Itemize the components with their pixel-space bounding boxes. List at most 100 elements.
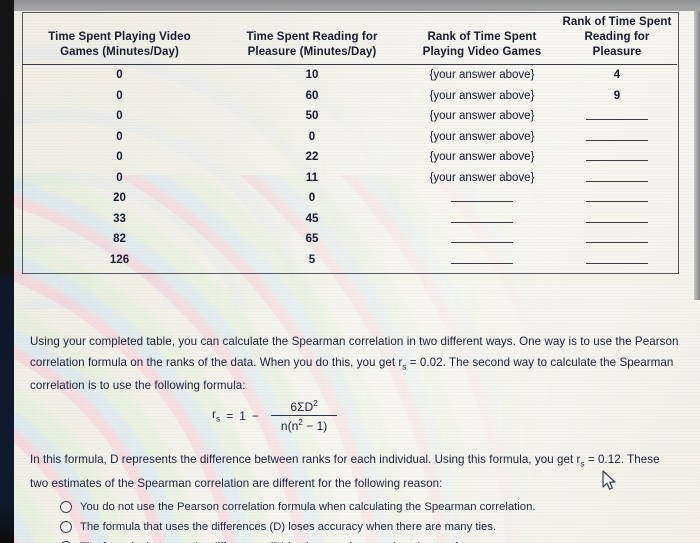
- cell-reading: 0: [308, 192, 316, 205]
- column-header-rank-reading: Rank of Time Spent Reading for Pleasure: [557, 12, 677, 65]
- table-row: 20 0: [22, 188, 677, 209]
- mouse-cursor-icon: [602, 470, 616, 490]
- cell-reading: 11: [305, 171, 319, 184]
- cell-rank-games[interactable]: [407, 250, 557, 271]
- formula-fraction: 6ΣD2 n(n 2 − 1): [270, 398, 338, 433]
- radio-option-1[interactable]: You do not use the Pearson correlation f…: [60, 498, 680, 516]
- blank-answer-line[interactable]: [586, 242, 648, 244]
- blank-answer-line[interactable]: [586, 221, 648, 223]
- cell-rank-reading[interactable]: [557, 209, 677, 230]
- cell-reading: 60: [305, 89, 319, 102]
- blank-answer-line[interactable]: [451, 242, 513, 244]
- blank-answer-line[interactable]: [451, 221, 513, 223]
- column-header-rank-games-line1: Rank of Time Spent: [427, 31, 537, 43]
- column-header-reading-line1: Time Spent Reading for: [246, 31, 378, 43]
- blank-answer-line[interactable]: [586, 160, 648, 162]
- radio-circle-icon[interactable]: [60, 501, 72, 513]
- blank-answer-line[interactable]: [586, 139, 648, 141]
- cell-rank-reading[interactable]: 9: [557, 86, 677, 107]
- cell-reading: 50: [305, 110, 319, 123]
- table-row: 0 0 {your answer above}: [22, 127, 677, 148]
- formula-equals-sign: =: [226, 408, 234, 423]
- column-header-rank-games-line2: Playing Video Games: [422, 46, 542, 58]
- cell-rank-games[interactable]: [407, 229, 557, 250]
- formula-numerator-exponent: 2: [313, 398, 318, 408]
- cell-games: 82: [113, 233, 126, 246]
- cell-games: 0: [116, 69, 123, 82]
- column-header-games-line1: Time Spent Playing Video: [48, 31, 191, 43]
- column-header-games-line2: Games (Minutes/Day): [60, 46, 179, 58]
- cell-rank-games[interactable]: {your answer above}: [407, 147, 557, 168]
- table-row: 0 22 {your answer above}: [22, 147, 677, 168]
- blank-answer-line[interactable]: [451, 262, 513, 264]
- formula-lhs: rs: [212, 407, 220, 423]
- cell-rank-reading[interactable]: [557, 147, 677, 168]
- blank-answer-line[interactable]: [586, 119, 648, 121]
- cell-rank-reading[interactable]: [557, 168, 677, 189]
- radio-option-1-label[interactable]: You do not use the Pearson correlation f…: [80, 498, 536, 516]
- blank-answer-line[interactable]: [586, 201, 648, 203]
- table-row: 0 11 {your answer above}: [22, 168, 677, 189]
- data-table: Time Spent Playing Video Games (Minutes/…: [22, 12, 677, 270]
- radio-option-2[interactable]: The formula that uses the differences (D…: [60, 518, 680, 536]
- cell-games: 126: [109, 253, 130, 266]
- table-row: 33 45: [22, 209, 677, 230]
- table-row: 82 65: [22, 229, 677, 250]
- cell-rank-reading[interactable]: 4: [557, 65, 677, 86]
- formula-one: 1: [239, 408, 246, 423]
- table-row: 0 50 {your answer above}: [22, 106, 677, 127]
- cell-games: 20: [113, 192, 126, 205]
- cell-rank-reading[interactable]: [557, 188, 677, 209]
- cell-games: 0: [116, 89, 123, 102]
- radio-option-2-label[interactable]: The formula that uses the differences (D…: [80, 518, 496, 536]
- column-header-rank-games: Rank of Time Spent Playing Video Games: [407, 12, 557, 65]
- cell-games: 0: [116, 130, 123, 143]
- radio-circle-icon[interactable]: [60, 521, 72, 533]
- formula-r-subscript: s: [216, 413, 221, 424]
- answer-options-group: You do not use the Pearson correlation f…: [60, 498, 680, 543]
- table-row: 126 5: [22, 250, 677, 271]
- cell-games: 0: [116, 171, 123, 184]
- cell-rank-games[interactable]: [407, 209, 557, 230]
- formula-minus-sign: −: [251, 408, 259, 423]
- cell-games: 0: [116, 151, 123, 164]
- radio-option-3[interactable]: The formula that uses the differences (D…: [60, 538, 680, 543]
- cell-rank-games[interactable]: {your answer above}: [407, 86, 557, 107]
- blank-answer-line[interactable]: [451, 201, 513, 203]
- cell-reading: 0: [308, 130, 316, 143]
- screenshot-root: Time Spent Playing Video Games (Minutes/…: [0, 0, 700, 543]
- formula-numerator-text: 6ΣD: [290, 400, 314, 414]
- cell-rank-games[interactable]: {your answer above}: [407, 106, 557, 127]
- column-header-rank-reading-line2: Reading for Pleasure: [584, 31, 650, 58]
- column-header-reading: Time Spent Reading for Pleasure (Minutes…: [217, 12, 407, 65]
- monitor-bezel-right: [694, 0, 700, 300]
- instructions-paragraph-2: In this formula, D represents the differ…: [30, 450, 680, 494]
- radio-option-3-label[interactable]: The formula that uses the differences (D…: [80, 538, 472, 543]
- cell-rank-reading[interactable]: [557, 106, 677, 127]
- formula-denominator-head: n(n: [280, 419, 299, 433]
- cell-rank-games[interactable]: {your answer above}: [407, 65, 557, 86]
- cell-rank-games[interactable]: {your answer above}: [407, 168, 557, 189]
- cell-games: 33: [113, 212, 126, 225]
- cell-rank-reading[interactable]: [557, 127, 677, 148]
- cell-reading: 22: [305, 151, 319, 164]
- cell-reading: 65: [305, 233, 319, 246]
- cell-reading: 45: [305, 212, 319, 225]
- formula-numerator: 6ΣD2: [271, 398, 337, 415]
- page-content: Time Spent Playing Video Games (Minutes/…: [0, 0, 700, 543]
- column-header-rank-reading-line1: Rank of Time Spent: [562, 16, 672, 28]
- cell-games: 0: [116, 110, 123, 123]
- table-row: 0 60 {your answer above} 9: [22, 86, 677, 107]
- cell-rank-reading[interactable]: [557, 229, 677, 250]
- cell-rank-reading[interactable]: [557, 250, 677, 271]
- blank-answer-line[interactable]: [586, 180, 648, 182]
- formula-denominator-tail: − 1): [302, 419, 328, 433]
- cell-rank-games[interactable]: {your answer above}: [407, 127, 557, 148]
- spearman-formula: rs = 1 − 6ΣD2 n(n 2 − 1): [212, 398, 338, 433]
- cell-rank-games[interactable]: [407, 188, 557, 209]
- column-header-reading-line2: Pleasure (Minutes/Day): [247, 46, 377, 58]
- blank-answer-line[interactable]: [586, 262, 648, 264]
- cell-reading: 5: [308, 253, 316, 266]
- instructions-paragraph-1: Using your completed table, you can calc…: [30, 332, 680, 397]
- data-table-body: 0 10 {your answer above} 4 0 60 {your an…: [22, 65, 677, 271]
